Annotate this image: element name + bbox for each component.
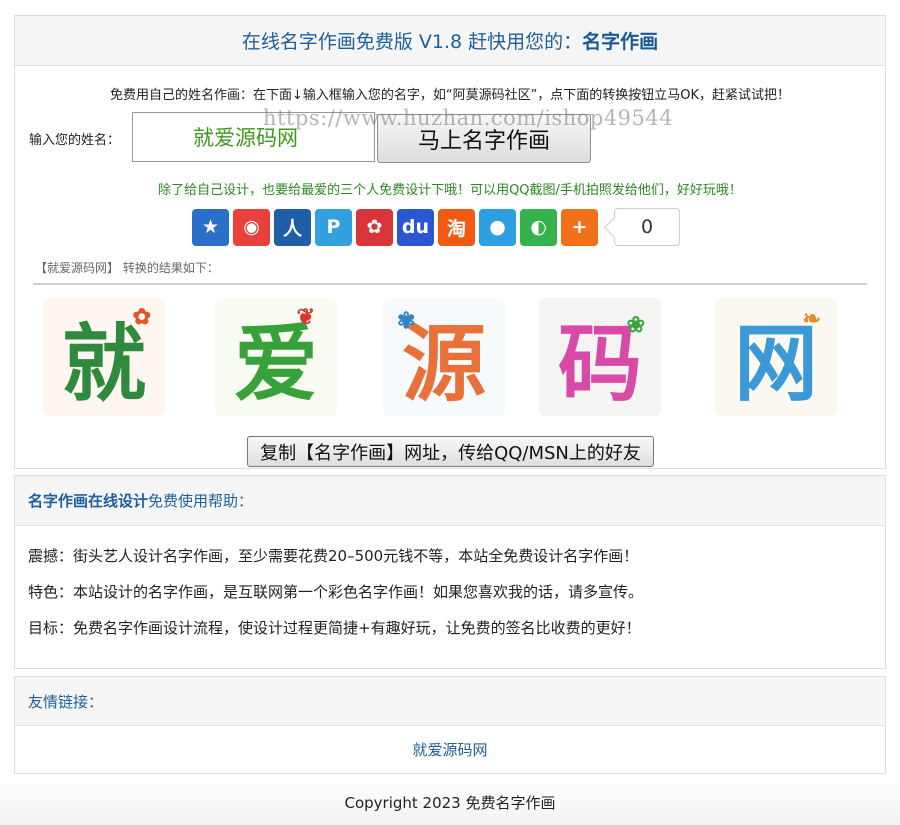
share-count: 0: [614, 208, 680, 246]
help-line-impact: 震撼：街头艺人设计名字作画，至少需要花费20–500元钱不等，本站全免费设计名字…: [28, 547, 639, 565]
intro-text: 免费用自己的姓名作画：在下面↓输入框输入您的名字，如“阿莫源码社区”，点下面的转…: [109, 88, 791, 103]
page-title-text: 在线名字作画免费版 V1.8 赶快用您的：: [241, 31, 583, 53]
leaf-icon: ❧: [802, 306, 821, 332]
help-line-goal: 目标：免费名字作画设计流程，使设计过程更简捷+有趣好玩，让免费的签名比收费的更好…: [28, 619, 641, 637]
flower-icon: ✿: [132, 304, 151, 330]
lotus-icon: ✾: [397, 308, 416, 334]
page-title-bold: 名字作画: [582, 31, 659, 53]
more-share-icon[interactable]: +: [561, 208, 598, 246]
tencent-weibo-icon[interactable]: ✿: [356, 208, 393, 246]
wechat-icon[interactable]: ◐: [520, 208, 557, 246]
name-art-panel: 在线名字作画免费版 V1.8 赶快用您的： 名字作画 免费用自己的姓名作画：在下面…: [14, 15, 886, 469]
share-tip: 除了给自己设计，也要给最爱的三个人免费设计下哦！可以用QQ截图/手机拍照发给他们…: [158, 183, 742, 198]
footer-copyright: Copyright 2023 免费名字作画: [0, 780, 900, 825]
bird-icon: ❦: [296, 304, 315, 330]
help-title-bold: 名字作画在线设计: [28, 492, 149, 510]
friend-link[interactable]: 就爱源码网: [15, 739, 885, 760]
help-title: 名字作画在线设计 免费使用帮助：: [15, 476, 885, 526]
weibo-icon[interactable]: ◉: [233, 208, 270, 246]
art-glyph-1: ✿ 就: [43, 298, 165, 416]
fish-icon: ❀: [626, 312, 645, 338]
name-label: 输入您的姓名：: [29, 133, 121, 148]
friend-links-panel: 友情链接： 就爱源码网: [14, 676, 886, 774]
help-line-feature: 特色：本站设计的名字作画，是互联网第一个彩色名字作画！如果您喜欢我的话，请多宣传…: [28, 583, 644, 601]
share-bar: ★ ◉ 人 P ✿ du 淘 ● ◐ + 0: [192, 207, 680, 247]
art-glyph-3: ✾ 源: [383, 298, 505, 416]
renren-icon[interactable]: 人: [274, 208, 311, 246]
qq-icon[interactable]: ●: [479, 208, 516, 246]
friend-links-title: 友情链接：: [15, 677, 885, 726]
copy-url-button[interactable]: 复制【名字作画】网址，传给QQ/MSN上的好友: [247, 436, 654, 467]
art-glyph-5: ❧ 网: [715, 298, 837, 416]
watermark-text: https://www.huzhan.com/ishop49544: [263, 106, 674, 130]
result-label: 【就爱源码网】 转换的结果如下：: [35, 261, 219, 275]
qzone-icon[interactable]: ★: [192, 208, 229, 246]
help-panel: 名字作画在线设计 免费使用帮助： 震撼：街头艺人设计名字作画，至少需要花费20–5…: [14, 475, 886, 669]
result-divider: [33, 283, 867, 285]
baidu-icon[interactable]: du: [397, 208, 434, 246]
help-title-rest: 免费使用帮助：: [148, 492, 254, 510]
taobao-icon[interactable]: 淘: [438, 208, 475, 246]
art-glyph-4: ❀ 码: [539, 298, 661, 416]
page-title: 在线名字作画免费版 V1.8 赶快用您的： 名字作画: [15, 16, 885, 66]
art-glyph-2: ❦ 爱: [215, 298, 337, 416]
pengyou-icon[interactable]: P: [315, 208, 352, 246]
